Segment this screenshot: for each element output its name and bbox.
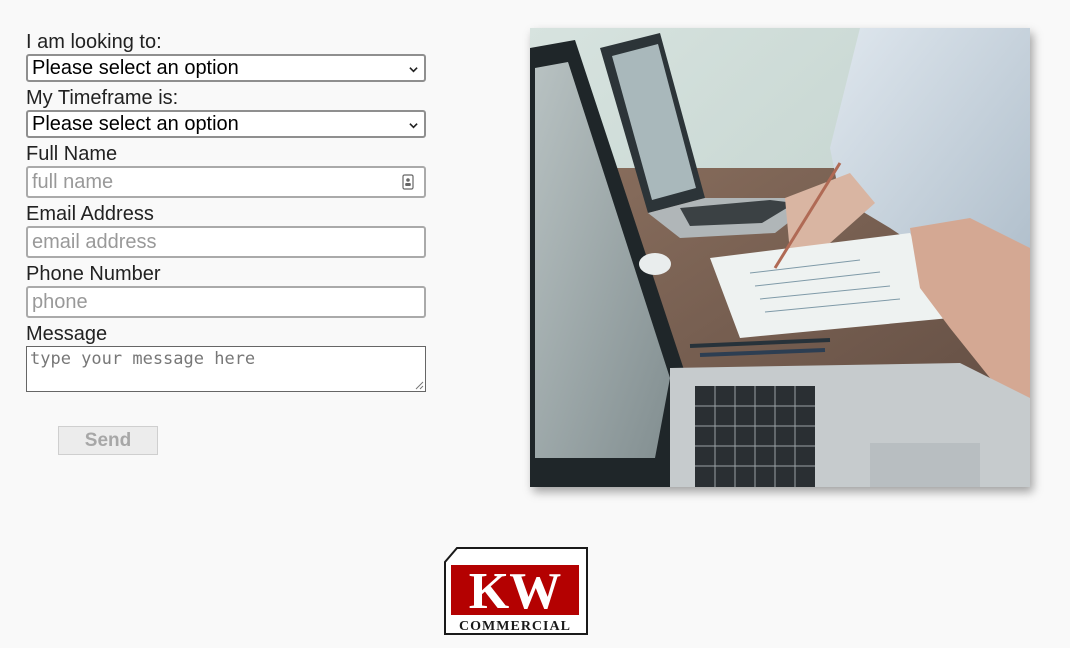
resize-grip-icon[interactable] [414,380,424,390]
full-name-placeholder: full name [32,171,114,193]
timeframe-label: My Timeframe is: [26,87,179,109]
email-label: Email Address [26,203,154,225]
send-button[interactable]: Send [58,426,158,455]
email-input[interactable]: email address [26,226,426,258]
phone-placeholder: phone [32,291,88,313]
timeframe-select[interactable]: Please select an option [26,110,426,138]
looking-label: I am looking to: [26,31,162,53]
full-name-input[interactable]: full name [26,166,426,198]
message-placeholder: type your message here [30,349,256,369]
looking-select-value: Please select an option [32,57,239,79]
contact-form: I am looking to: Please select an option… [26,30,426,392]
phone-input[interactable]: phone [26,286,426,318]
contact-card-icon[interactable] [402,174,414,190]
kw-commercial-logo: KW COMMERCIAL [443,546,593,636]
looking-select[interactable]: Please select an option [26,54,426,82]
chevron-down-icon [409,123,418,129]
chevron-down-icon [409,67,418,73]
svg-text:COMMERCIAL: COMMERCIAL [459,619,571,634]
timeframe-select-value: Please select an option [32,113,239,135]
message-textarea[interactable]: type your message here [26,346,426,392]
office-photo [530,28,1030,487]
svg-text:KW: KW [469,563,561,620]
message-label: Message [26,323,108,345]
laptops-meeting-image [530,28,1030,487]
phone-label: Phone Number [26,263,161,285]
full-name-label: Full Name [26,143,118,165]
email-placeholder: email address [32,231,157,253]
